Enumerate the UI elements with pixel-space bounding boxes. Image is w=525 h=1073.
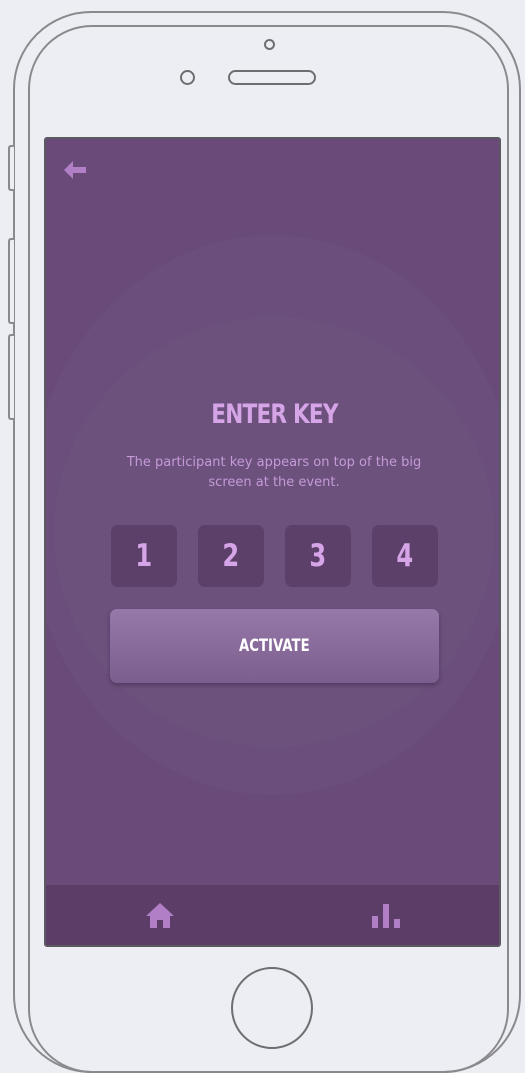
tab-stats[interactable]: [366, 899, 406, 935]
key-digit-input[interactable]: 4: [372, 525, 438, 587]
volume-down-button: [8, 334, 14, 420]
bottom-tab-bar: [46, 885, 499, 945]
activate-button-label: ACTIVATE: [239, 636, 310, 656]
front-camera: [264, 39, 275, 50]
key-digit-input[interactable]: 3: [285, 525, 351, 587]
mute-switch: [8, 145, 14, 191]
earpiece-speaker: [228, 70, 316, 85]
key-digit-value: 3: [309, 538, 327, 574]
key-digit-value: 1: [135, 538, 153, 574]
home-button[interactable]: [231, 967, 313, 1049]
key-input-group: 1 2 3 4: [111, 525, 439, 587]
tab-home[interactable]: [140, 899, 180, 935]
instruction-text: The participant key appears on top of th…: [126, 455, 422, 490]
key-digit-input[interactable]: 1: [111, 525, 177, 587]
bar-chart-icon: [369, 901, 403, 933]
page-title: ENTER KEY: [211, 399, 338, 430]
back-button[interactable]: [62, 159, 90, 183]
key-digit-value: 2: [222, 538, 240, 574]
key-digit-input[interactable]: 2: [198, 525, 264, 587]
volume-up-button: [8, 238, 14, 324]
home-icon: [144, 901, 176, 933]
activate-button[interactable]: ACTIVATE: [110, 609, 439, 683]
app-screen: ENTER KEY The participant key appears on…: [44, 137, 501, 947]
proximity-sensor: [180, 70, 195, 85]
arrow-left-icon: [62, 159, 90, 181]
key-digit-value: 4: [396, 538, 414, 574]
